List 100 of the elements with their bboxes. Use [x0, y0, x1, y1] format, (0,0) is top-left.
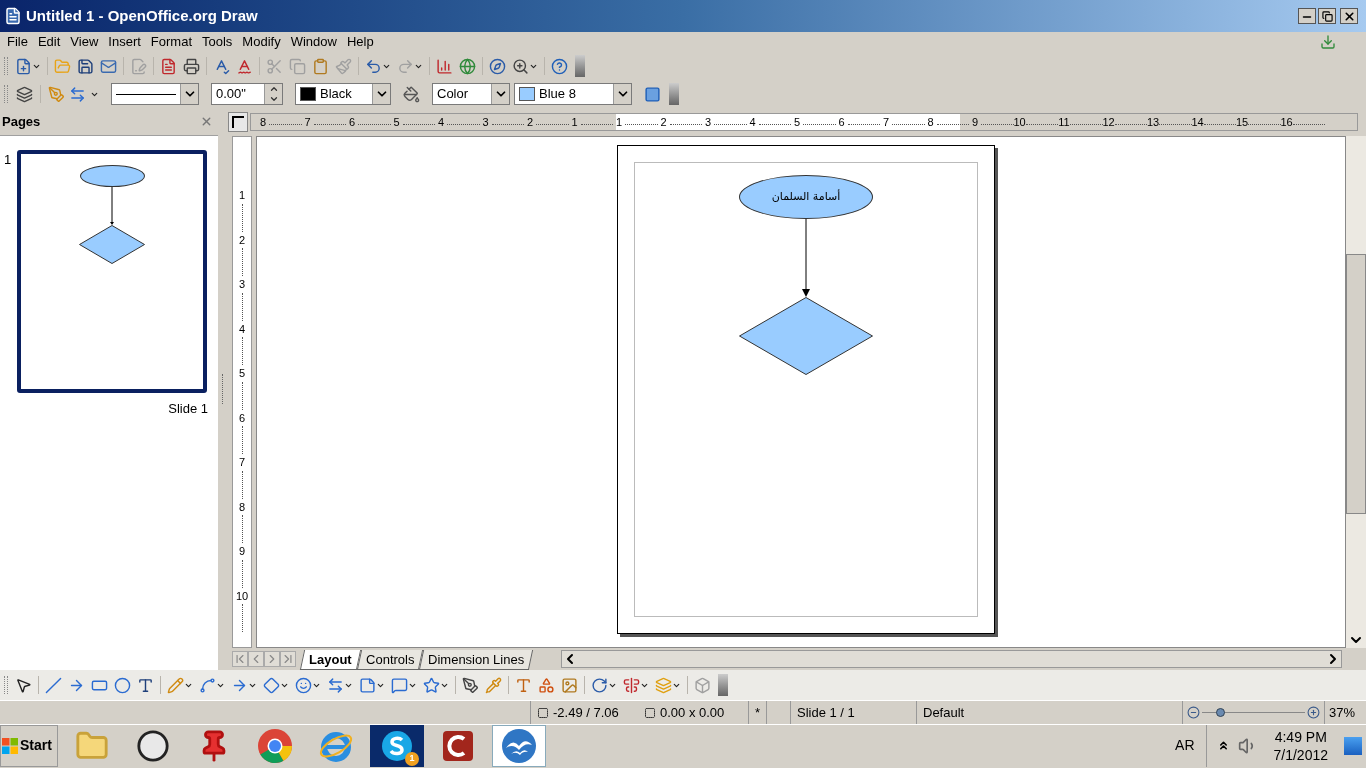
- fontwork-icon[interactable]: [515, 676, 532, 694]
- select-pointer-icon[interactable]: [15, 676, 32, 694]
- menu-item[interactable]: Edit: [32, 32, 66, 52]
- tab-navigation-icon[interactable]: [232, 651, 248, 667]
- line-style-dropdown[interactable]: [111, 83, 199, 105]
- line-sample: [116, 93, 176, 95]
- autospellcheck-icon[interactable]: [236, 57, 253, 75]
- layer-tab[interactable]: Controls: [356, 650, 424, 670]
- ruler-origin-button[interactable]: [228, 112, 248, 132]
- menu-item[interactable]: View: [65, 32, 104, 52]
- vertical-ruler[interactable]: 1 2 3 4 5 6 7 8 9 10: [232, 136, 252, 648]
- scrollbar-thumb[interactable]: [1346, 254, 1366, 514]
- pdf-export-icon[interactable]: [160, 57, 177, 75]
- toolbar-overflow-button[interactable]: [669, 83, 679, 105]
- tab-navigation-icon[interactable]: [248, 651, 264, 667]
- cleaner-app-icon[interactable]: [441, 728, 475, 763]
- undo-icon[interactable]: [365, 57, 382, 75]
- menu-item[interactable]: Format: [145, 32, 197, 52]
- zoom-slider-thumb[interactable]: [1215, 708, 1225, 717]
- symbol-shapes-icon[interactable]: [295, 676, 312, 694]
- insert-shapes-icon[interactable]: [538, 676, 555, 694]
- ruler-number: 8: [238, 499, 246, 515]
- new-document-icon[interactable]: [15, 57, 32, 75]
- line-icon[interactable]: [45, 676, 62, 694]
- print-icon[interactable]: [183, 57, 200, 75]
- stars-icon[interactable]: [423, 676, 440, 694]
- zoom-out-icon[interactable]: [1187, 706, 1200, 719]
- tab-navigation-icon[interactable]: [280, 651, 296, 667]
- menu-item[interactable]: Insert: [103, 32, 146, 52]
- drawing-canvas[interactable]: أسامة السلمان: [256, 136, 1346, 648]
- office-suite-icon[interactable]: [501, 727, 537, 764]
- effects-icon[interactable]: [591, 676, 608, 694]
- clock[interactable]: 4:49 PM 7/1/2012: [1265, 727, 1336, 764]
- menu-item[interactable]: File: [2, 32, 33, 52]
- vertical-scrollbar[interactable]: [1346, 136, 1366, 648]
- menu-item[interactable]: Window: [285, 32, 342, 52]
- minimize-button[interactable]: [1298, 8, 1316, 24]
- glue-points-icon[interactable]: [485, 676, 502, 694]
- ellipse-icon[interactable]: [114, 676, 131, 694]
- align-icon[interactable]: [623, 676, 640, 694]
- close-button[interactable]: [1340, 8, 1358, 24]
- zoom-icon[interactable]: [512, 57, 529, 75]
- shadow-icon[interactable]: [644, 85, 661, 103]
- update-download-icon[interactable]: [1320, 34, 1336, 50]
- restore-button[interactable]: [1318, 8, 1336, 24]
- toolbar-overflow-button[interactable]: [718, 674, 728, 696]
- block-arrows-icon[interactable]: [327, 676, 344, 694]
- paste-icon[interactable]: [312, 57, 329, 75]
- text-icon[interactable]: [137, 676, 154, 694]
- toolbar-grip[interactable]: [4, 676, 8, 694]
- styles-icon[interactable]: [16, 85, 33, 103]
- horizontal-ruler[interactable]: 8 7 6 5 4 3 2 1 1 2 3 4 5 6 7 8 9 10 11 12 13 14 15 16: [250, 113, 1358, 131]
- points-icon[interactable]: [462, 676, 479, 694]
- line-width-field[interactable]: 0.00": [211, 83, 283, 105]
- toolbar-grip[interactable]: [4, 85, 8, 103]
- show-desktop-button[interactable]: [1344, 736, 1362, 755]
- tab-navigation-icon[interactable]: [264, 651, 280, 667]
- spin-up-icon[interactable]: [268, 84, 279, 94]
- ruler-number: 13: [1147, 114, 1159, 130]
- gallery-icon[interactable]: [459, 57, 476, 75]
- chart-icon[interactable]: [436, 57, 453, 75]
- ruler-number: 6: [837, 114, 846, 130]
- clock-icon[interactable]: [136, 728, 170, 763]
- restore-icon: [1321, 10, 1333, 22]
- chat-app-icon[interactable]: [380, 728, 414, 763]
- toolbar-overflow-button[interactable]: [575, 55, 585, 77]
- menu-item[interactable]: Modify: [237, 32, 286, 52]
- basic-shapes-icon[interactable]: [263, 676, 280, 694]
- layer-tab[interactable]: Layout: [299, 650, 361, 670]
- toolbar-grip[interactable]: [4, 57, 8, 75]
- layer-tab[interactable]: Dimension Lines: [418, 650, 534, 670]
- fill-color-dropdown[interactable]: Blue 8: [514, 83, 632, 105]
- line-color-dropdown[interactable]: Black: [295, 83, 391, 105]
- email-icon[interactable]: [100, 57, 117, 75]
- zoom-in-icon[interactable]: [1307, 706, 1320, 719]
- save-icon[interactable]: [77, 57, 94, 75]
- connector-arrow: [110, 187, 115, 225]
- browser-logo-icon[interactable]: [257, 727, 293, 764]
- help-icon[interactable]: [551, 57, 568, 75]
- navigator-icon[interactable]: [489, 57, 506, 75]
- extrusion-icon[interactable]: [694, 676, 711, 694]
- start-button[interactable]: Start: [0, 724, 58, 767]
- panel-title: Pages: [2, 112, 42, 131]
- menu-item[interactable]: Help: [341, 32, 379, 52]
- zoom-slider[interactable]: [1202, 707, 1305, 718]
- close-icon[interactable]: [200, 115, 213, 128]
- area-fill-icon[interactable]: [403, 85, 420, 103]
- ruler-number: 4: [748, 114, 757, 130]
- flowchart-icon[interactable]: [359, 676, 376, 694]
- insert-image-icon[interactable]: [561, 676, 578, 694]
- callout-icon[interactable]: [391, 676, 408, 694]
- ruler-number: 3: [481, 114, 490, 130]
- spin-down-icon[interactable]: [268, 94, 279, 104]
- connector-icon[interactable]: [199, 676, 216, 694]
- position-readout: -2.49 / 7.06: [553, 703, 619, 722]
- area-style-dropdown[interactable]: Color: [432, 83, 510, 105]
- slide-thumbnail[interactable]: [17, 150, 208, 393]
- menu-item[interactable]: Tools: [197, 32, 238, 52]
- horizontal-scrollbar[interactable]: [561, 650, 1342, 668]
- language-indicator[interactable]: AR: [1175, 735, 1195, 756]
